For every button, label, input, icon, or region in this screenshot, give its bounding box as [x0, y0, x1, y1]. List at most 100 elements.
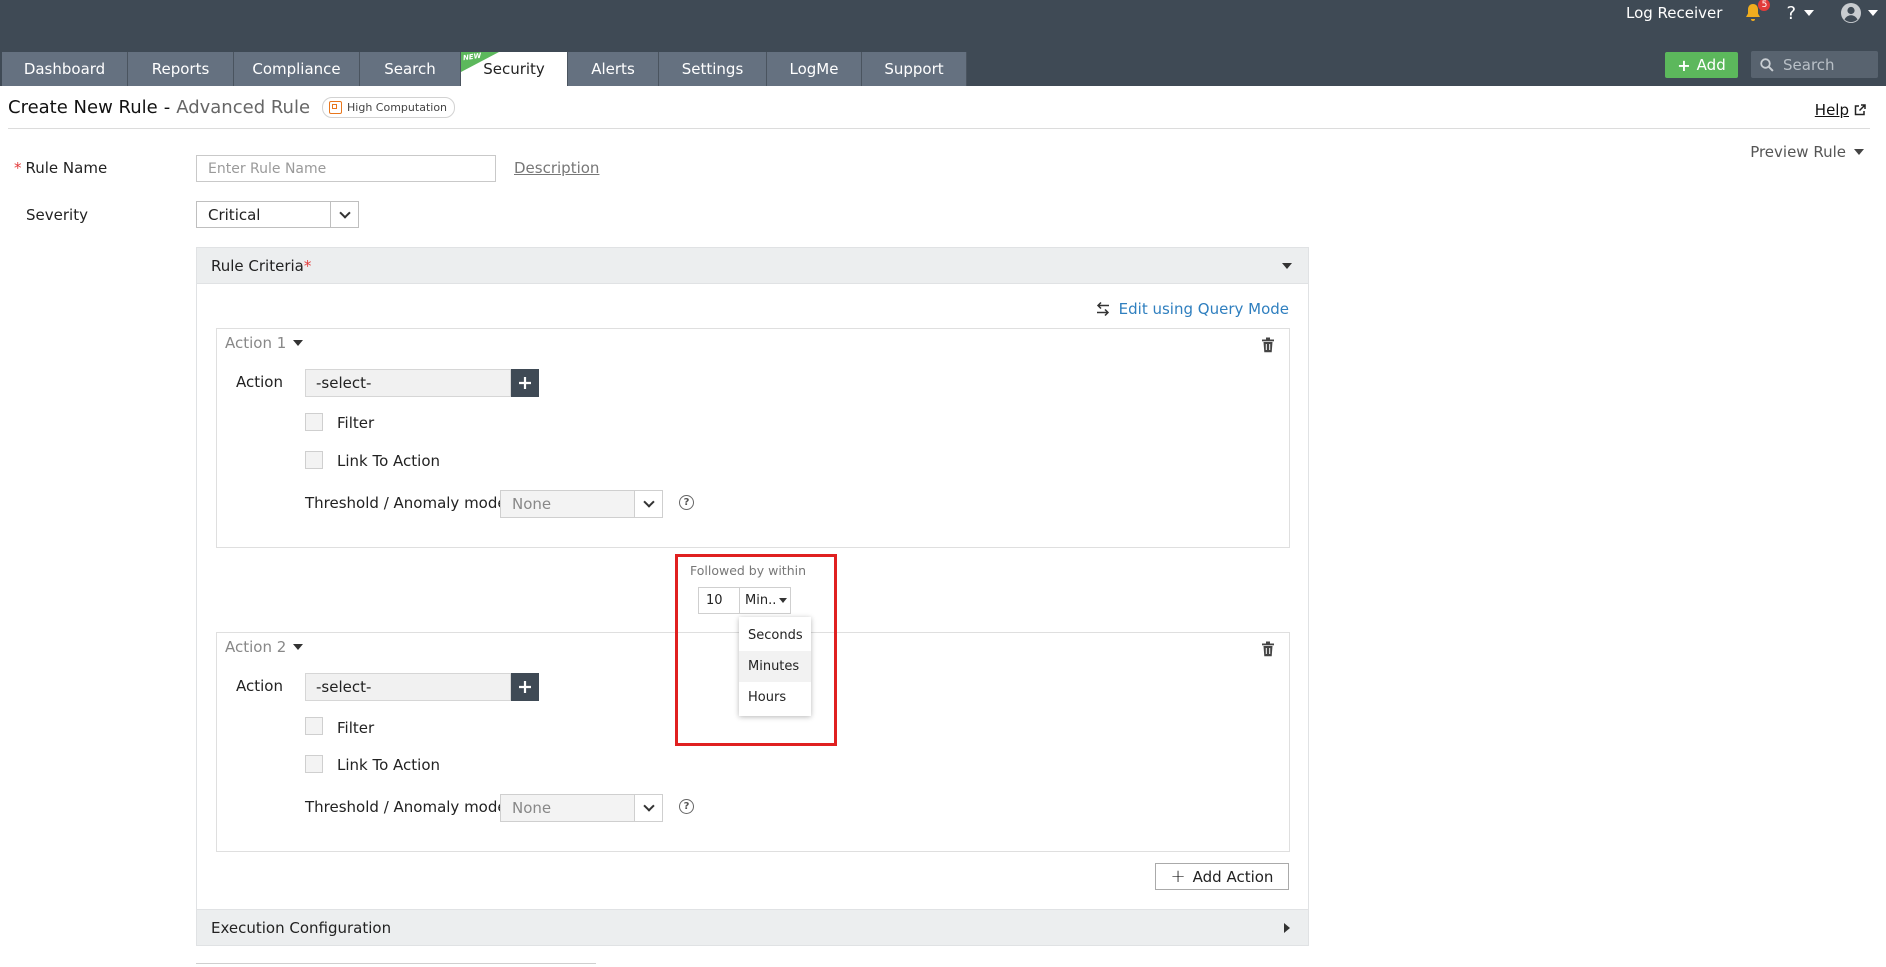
tab-security[interactable]: NEW Security	[461, 52, 568, 86]
page-title-row: Create New Rule - Advanced Rule High Com…	[8, 94, 456, 120]
add-action-label: Add Action	[1192, 867, 1274, 886]
plus-icon	[519, 681, 531, 693]
tab-alerts[interactable]: Alerts	[568, 52, 659, 86]
time-unit-value: Min..	[745, 593, 777, 608]
expand-caret-icon	[1284, 923, 1290, 933]
caret-down-icon	[293, 340, 304, 346]
filter-label: Filter	[337, 414, 375, 432]
trash-icon[interactable]	[1261, 337, 1275, 353]
help-link[interactable]: Help	[1815, 101, 1866, 119]
time-unit-select[interactable]: Min..	[739, 587, 791, 614]
option-minutes[interactable]: Minutes	[739, 651, 811, 682]
search-icon	[1760, 57, 1774, 72]
caret-down-icon	[1854, 149, 1864, 155]
caret-down-icon	[293, 644, 304, 650]
action-select-value: -select-	[316, 374, 372, 392]
action-select-value: -select-	[316, 678, 372, 696]
preview-rule-dropdown[interactable]: Preview Rule	[1750, 143, 1864, 161]
filter-checkbox[interactable]	[305, 717, 323, 735]
bottom-divider	[196, 963, 596, 964]
badge-label: High Computation	[347, 100, 448, 114]
execution-configuration-title: Execution Configuration	[211, 918, 392, 937]
title-divider	[8, 128, 1870, 129]
help-caret-icon[interactable]	[1804, 10, 1814, 16]
followed-by-value-input[interactable]: 10	[698, 587, 740, 614]
tab-reports[interactable]: Reports	[128, 52, 234, 86]
notification-count-badge: 5	[1758, 0, 1771, 11]
action-1-toggle[interactable]: Action 1	[225, 334, 304, 352]
edit-query-mode-link[interactable]: Edit using Query Mode	[1095, 300, 1289, 318]
link-to-action-checkbox[interactable]	[305, 451, 323, 469]
add-action-item-button[interactable]	[511, 673, 539, 701]
tab-search[interactable]: Search	[360, 52, 461, 86]
help-question-icon[interactable]: ?	[679, 799, 694, 814]
chevron-down-icon	[634, 491, 662, 517]
log-receiver-link[interactable]: Log Receiver	[1626, 4, 1722, 22]
user-caret-icon[interactable]	[1868, 10, 1878, 16]
help-question-icon[interactable]: ?	[679, 495, 694, 510]
notification-bell-icon[interactable]: 5	[1744, 0, 1771, 23]
swap-arrows-icon	[1096, 301, 1109, 317]
page-title: Create New Rule	[8, 96, 158, 118]
filter-label: Filter	[337, 719, 375, 737]
preview-rule-label: Preview Rule	[1750, 143, 1846, 161]
description-link[interactable]: Description	[514, 159, 599, 177]
followed-by-label: Followed by within	[690, 563, 807, 578]
severity-value: Critical	[208, 205, 261, 224]
tab-compliance[interactable]: Compliance	[234, 52, 360, 86]
chevron-down-icon	[330, 202, 358, 227]
tab-label: Settings	[681, 60, 744, 78]
plus-icon	[519, 377, 531, 389]
followed-by-highlight: Followed by within 10 Min.. Seconds Minu…	[675, 554, 837, 746]
external-link-icon	[1854, 104, 1866, 116]
option-hours[interactable]: Hours	[739, 682, 811, 713]
execution-configuration-header[interactable]: Execution Configuration	[196, 909, 1309, 946]
threshold-label: Threshold / Anomaly model	[305, 798, 511, 816]
tab-logme[interactable]: LogMe	[767, 52, 862, 86]
add-action-button[interactable]: + Add Action	[1155, 863, 1289, 890]
tab-dashboard[interactable]: Dashboard	[2, 52, 128, 86]
filter-checkbox[interactable]	[305, 413, 323, 431]
threshold-value: None	[512, 799, 552, 817]
severity-select[interactable]: Critical	[196, 201, 359, 228]
tab-support[interactable]: Support	[862, 52, 967, 86]
threshold-select[interactable]: None	[500, 490, 663, 518]
new-ribbon-badge: NEW	[461, 52, 499, 72]
computation-icon	[329, 100, 343, 114]
plus-icon: +	[1677, 55, 1691, 75]
option-seconds[interactable]: Seconds	[739, 620, 811, 651]
action-select[interactable]: -select-	[305, 673, 511, 701]
threshold-label: Threshold / Anomaly model	[305, 494, 511, 512]
action-1-box: Action 1 Action -select- Filter Link To …	[216, 328, 1290, 548]
tab-label: Dashboard	[23, 60, 106, 78]
plus-icon: +	[1170, 866, 1186, 887]
trash-icon[interactable]	[1261, 641, 1275, 657]
help-menu-icon[interactable]: ?	[1786, 3, 1796, 24]
link-to-action-label: Link To Action	[337, 756, 441, 774]
action-label: Action	[236, 677, 283, 695]
tab-label: Alerts	[591, 60, 635, 78]
rule-name-label: * Rule Name	[14, 159, 107, 177]
action-select[interactable]: -select-	[305, 369, 511, 397]
top-navigation-bar: Log Receiver 5 ? Dashboard Reports Compl…	[0, 0, 1886, 86]
top-right-utilities: Log Receiver 5 ?	[1626, 0, 1886, 26]
threshold-select[interactable]: None	[500, 794, 663, 822]
link-to-action-checkbox[interactable]	[305, 755, 323, 773]
global-search[interactable]	[1751, 51, 1878, 78]
tab-label: Support	[884, 60, 944, 78]
query-mode-label: Edit using Query Mode	[1118, 300, 1289, 318]
search-input[interactable]	[1783, 55, 1873, 74]
action-title: Action 1	[225, 334, 287, 352]
tab-label: LogMe	[789, 60, 839, 78]
add-action-item-button[interactable]	[511, 369, 539, 397]
user-avatar-icon[interactable]	[1840, 2, 1862, 24]
rule-criteria-header[interactable]: Rule Criteria *	[196, 247, 1309, 284]
chevron-down-icon	[634, 795, 662, 821]
tab-settings[interactable]: Settings	[659, 52, 767, 86]
threshold-value: None	[512, 495, 552, 513]
add-button[interactable]: + Add	[1665, 52, 1738, 78]
main-tabs: Dashboard Reports Compliance Search NEW …	[2, 52, 967, 86]
action-2-toggle[interactable]: Action 2	[225, 638, 304, 656]
action-title: Action 2	[225, 638, 287, 656]
rule-name-input[interactable]	[196, 155, 496, 182]
